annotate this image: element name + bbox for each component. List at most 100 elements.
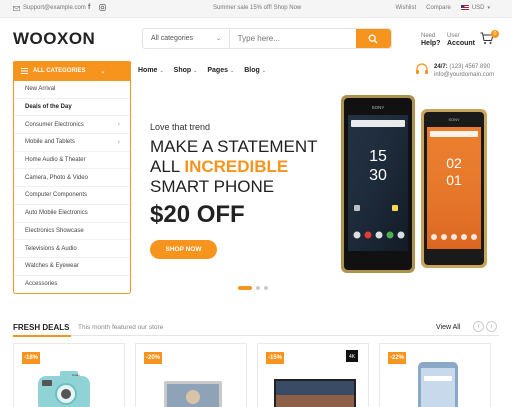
- sidebar-item-label: Deals of the Day: [25, 104, 72, 111]
- view-all-link[interactable]: View All: [436, 324, 460, 331]
- title-underline: [13, 335, 71, 337]
- product-image: [274, 379, 356, 407]
- search-category-select[interactable]: All categories ⌄: [143, 29, 230, 48]
- instagram-icon[interactable]: [99, 4, 107, 13]
- menu-item-shop[interactable]: Shop ⌄: [174, 67, 198, 74]
- menu-item-blog[interactable]: Blog ⌄: [244, 67, 266, 74]
- hero-kicker: Love that trend: [150, 122, 211, 132]
- black-phone-minutes: 30: [369, 167, 387, 184]
- compare-link[interactable]: Compare: [426, 5, 451, 11]
- product-image: [164, 381, 222, 407]
- site-header: WOOXON All categories ⌄ Need Help? User …: [0, 18, 512, 58]
- product-card[interactable]: -20%: [135, 343, 247, 407]
- wishlist-link[interactable]: Wishlist: [395, 5, 416, 11]
- chevron-down-icon: ▾: [487, 5, 490, 11]
- account-line1: User: [447, 33, 460, 39]
- product-card[interactable]: -22%: [379, 343, 491, 407]
- help-line1: Need: [421, 33, 436, 39]
- product-card[interactable]: -15% 4K: [257, 343, 369, 407]
- sidebar-item[interactable]: New Arrival: [14, 81, 130, 99]
- sidebar-item-label: Televisions & Audio: [25, 245, 77, 252]
- user-account-link[interactable]: User Account: [447, 32, 475, 48]
- cart-button[interactable]: 0: [480, 30, 499, 46]
- shop-now-button[interactable]: SHOP NOW: [150, 240, 217, 259]
- sidebar-item[interactable]: Televisions & Audio: [14, 240, 130, 258]
- sidebar-item-label: Computer Components: [25, 192, 88, 199]
- smartphones-image: SONY 02 01 SONY 15 30: [341, 95, 487, 273]
- product-image: [418, 362, 458, 407]
- help-link[interactable]: Need Help?: [421, 32, 440, 48]
- sidebar-item[interactable]: Camera, Photo & Video: [14, 169, 130, 188]
- all-categories-label: ALL CATEGORIES: [33, 68, 86, 74]
- chevron-down-icon: ⌄: [261, 68, 266, 74]
- currency-value: USD: [471, 5, 485, 11]
- product-image: instax: [38, 371, 90, 407]
- flag-icon: [460, 5, 469, 11]
- support-email: info@yourdomain.com: [434, 72, 495, 78]
- sidebar-item-label: Electronics Showcase: [25, 227, 84, 234]
- hero-price: $20 OFF: [150, 201, 245, 228]
- primary-menu: Home ⌄ Shop ⌄ Pages ⌄ Blog ⌄: [138, 67, 266, 74]
- sidebar-item[interactable]: Electronics Showcase: [14, 223, 130, 241]
- menu-item-home[interactable]: Home ⌄: [138, 67, 164, 74]
- menu-label: Home: [138, 67, 158, 74]
- help-line2: Help?: [421, 40, 441, 47]
- slider-dot[interactable]: [264, 286, 268, 290]
- sidebar-item-label: Camera, Photo & Video: [25, 174, 88, 181]
- menu-label: Pages: [207, 67, 228, 74]
- chevron-right-icon[interactable]: ›: [486, 321, 497, 332]
- gold-phone-hours: 02: [446, 155, 462, 171]
- facebook-icon[interactable]: f: [88, 4, 90, 13]
- hero-line2: ALL INCREDIBLE: [150, 157, 318, 177]
- promo-link[interactable]: Summer sale 15% off! Shop Now: [213, 5, 301, 11]
- chevron-down-icon: ⌄: [229, 68, 235, 74]
- sidebar-item[interactable]: Auto Mobile Electronics: [14, 205, 130, 223]
- black-phone-brand: SONY: [372, 105, 385, 110]
- cart-count-badge: 0: [491, 30, 499, 38]
- hero-line1: MAKE A STATEMENT: [150, 137, 318, 156]
- support-email-text: Support@example.com: [23, 5, 86, 11]
- sidebar-item[interactable]: Consumer Electronics ›: [14, 116, 130, 135]
- sidebar-item[interactable]: Accessories: [14, 276, 130, 294]
- 4k-badge-icon: 4K: [346, 350, 358, 362]
- all-categories-toggle[interactable]: ALL CATEGORIES ⌄: [13, 61, 131, 81]
- support-text: 24/7: (123) 4567 890 info@yourdomain.com: [434, 63, 494, 79]
- sidebar-item[interactable]: Computer Components: [14, 187, 130, 205]
- chevron-down-icon: ⌄: [159, 68, 164, 74]
- menu-item-pages[interactable]: Pages ⌄: [207, 67, 234, 74]
- support-email-link[interactable]: Support@example.com: [13, 5, 86, 11]
- discount-badge: -15%: [266, 352, 284, 364]
- chevron-left-icon[interactable]: ‹: [473, 321, 484, 332]
- slider-dot[interactable]: [256, 286, 260, 290]
- sidebar-item[interactable]: Watches & Eyewear: [14, 258, 130, 276]
- site-logo[interactable]: WOOXON: [13, 29, 95, 49]
- support-phone: (123) 4567 890: [449, 64, 491, 70]
- sidebar-item[interactable]: Deals of the Day: [14, 99, 130, 117]
- chevron-right-icon: ›: [117, 138, 120, 146]
- hero-line3: SMART PHONE: [150, 177, 275, 196]
- hero-headline: MAKE A STATEMENT ALL INCREDIBLE SMART PH…: [150, 137, 318, 197]
- gold-phone-minutes: 01: [446, 172, 462, 188]
- svg-text:4K: 4K: [349, 354, 356, 360]
- discount-badge: -18%: [22, 352, 40, 364]
- section-title: FRESH DEALS: [13, 323, 70, 332]
- support-hours: 24/7:: [434, 64, 448, 70]
- sidebar-item[interactable]: Home Audio & Theater: [14, 152, 130, 170]
- chevron-right-icon: ›: [117, 121, 120, 129]
- search-button[interactable]: [355, 29, 391, 48]
- sidebar-item-label: Home Audio & Theater: [25, 157, 86, 164]
- section-subtitle: This month featured our store: [78, 324, 164, 331]
- chevron-down-icon: ⌄: [100, 68, 106, 75]
- slider-dot[interactable]: [238, 286, 252, 290]
- currency-select[interactable]: USD ▾: [460, 5, 490, 11]
- carousel-arrows: ‹ ›: [473, 321, 497, 332]
- sidebar-item[interactable]: Mobile and Tablets ›: [14, 134, 130, 152]
- search-input[interactable]: [229, 29, 356, 48]
- hero-slider: Love that trend MAKE A STATEMENT ALL INC…: [131, 81, 512, 294]
- chevron-down-icon: ⌄: [193, 68, 198, 74]
- product-card[interactable]: -18% instax: [13, 343, 125, 407]
- top-bar-right: Wishlist Compare USD ▾: [395, 5, 490, 11]
- gold-phone: SONY 02 01: [421, 109, 487, 268]
- chevron-down-icon: ⌄: [215, 35, 222, 42]
- sidebar-item-label: New Arrival: [25, 86, 56, 93]
